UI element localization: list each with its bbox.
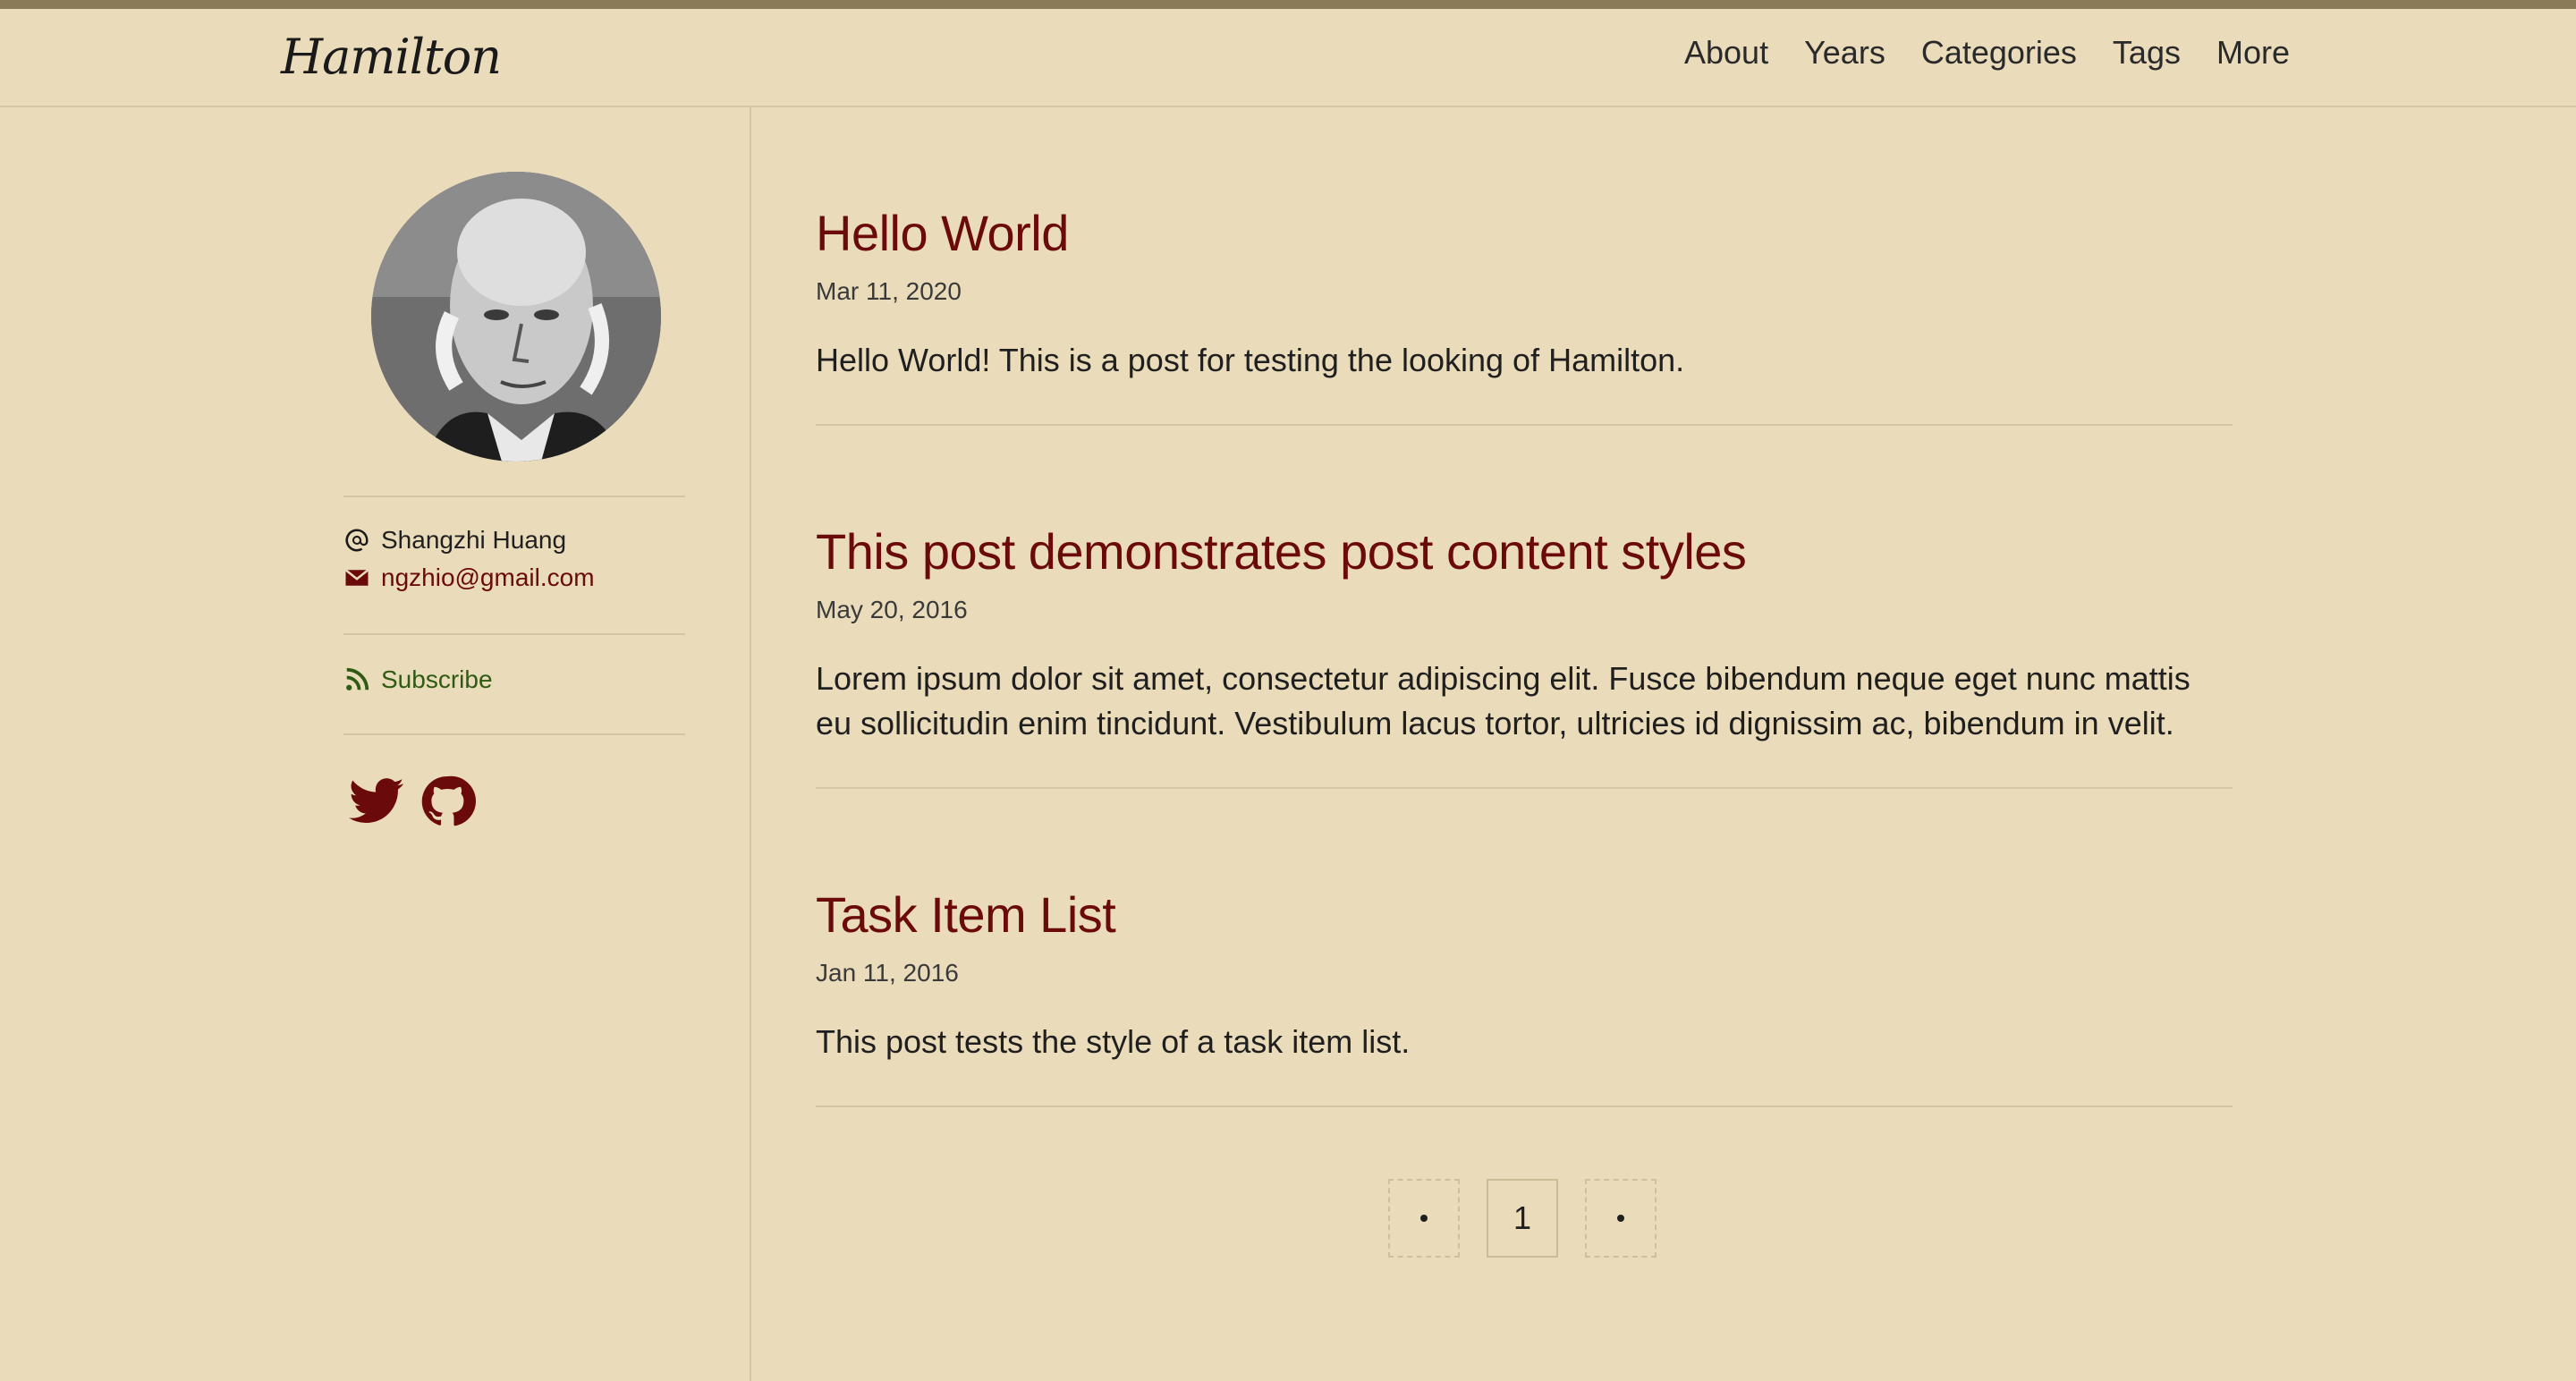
post-title-link[interactable]: Hello World: [816, 206, 2233, 261]
top-accent-stripe: [0, 0, 2576, 9]
post-date: Mar 11, 2020: [816, 276, 962, 305]
post-date: May 20, 2016: [816, 595, 968, 623]
envelope-icon: [344, 569, 369, 586]
sidebar-divider: [343, 633, 685, 635]
twitter-link[interactable]: [349, 773, 406, 830]
post-item: Hello World Mar 11, 2020 Hello World! Th…: [816, 206, 2233, 383]
post-excerpt: This post tests the style of a task item…: [816, 1022, 1411, 1060]
post-divider: [816, 1106, 2233, 1107]
site-header: Hamilton About Years Categories Tags Mor…: [0, 9, 2576, 107]
site-logo[interactable]: Hamilton: [281, 29, 502, 85]
nav-categories[interactable]: Categories: [1921, 34, 2077, 72]
author-name: Shangzhi Huang: [381, 526, 567, 554]
dot-icon: [1617, 1215, 1624, 1222]
sidebar-divider: [343, 733, 685, 735]
post-item: This post demonstrates post content styl…: [816, 524, 2233, 746]
post-divider: [816, 424, 2233, 426]
post-title-link[interactable]: This post demonstrates post content styl…: [816, 524, 2233, 580]
pagination-prev-button[interactable]: [1388, 1179, 1460, 1258]
sidebar-vertical-divider: [750, 107, 751, 1381]
main-nav: About Years Categories Tags More: [1684, 34, 2290, 72]
dot-icon: [1420, 1215, 1428, 1222]
nav-more[interactable]: More: [2216, 34, 2290, 72]
email-row: ngzhio@gmail.com: [343, 563, 595, 592]
pagination-current-page[interactable]: 1: [1487, 1179, 1558, 1258]
author-row: Shangzhi Huang: [343, 526, 566, 555]
nav-years[interactable]: Years: [1804, 34, 1885, 72]
avatar-portrait: [371, 172, 661, 462]
post-excerpt: Lorem ipsum dolor sit amet, consectetur …: [816, 659, 2190, 741]
twitter-icon: [349, 778, 404, 824]
avatar: [371, 172, 661, 462]
nav-tags[interactable]: Tags: [2113, 34, 2181, 72]
post-excerpt: Hello World! This is a post for testing …: [816, 341, 1685, 378]
github-icon: [421, 775, 476, 826]
subscribe-link[interactable]: Subscribe: [381, 665, 493, 694]
post-title-link[interactable]: Task Item List: [816, 887, 2233, 943]
at-icon: [345, 529, 369, 552]
post-item: Task Item List Jan 11, 2016 This post te…: [816, 887, 2233, 1064]
sidebar-divider: [343, 496, 685, 497]
nav-about[interactable]: About: [1684, 34, 1768, 72]
social-links: [349, 773, 476, 830]
pagination: 1: [1388, 1179, 1657, 1258]
subscribe-row: Subscribe: [343, 665, 493, 694]
post-date: Jan 11, 2016: [816, 958, 959, 987]
pagination-next-button[interactable]: [1585, 1179, 1657, 1258]
rss-icon: [346, 667, 369, 690]
author-email-link[interactable]: ngzhio@gmail.com: [381, 563, 595, 592]
github-link[interactable]: [419, 773, 476, 830]
post-divider: [816, 787, 2233, 789]
